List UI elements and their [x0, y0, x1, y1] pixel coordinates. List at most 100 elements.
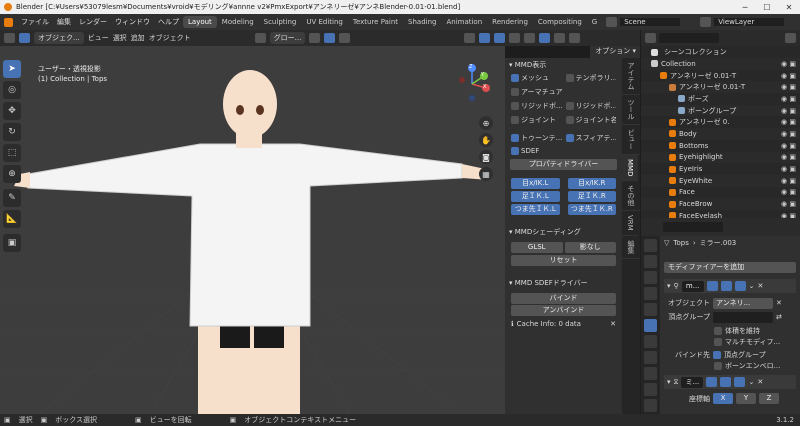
tab-misc[interactable]: その他: [622, 181, 640, 212]
gizmo-toggle-icon[interactable]: [479, 33, 491, 43]
visibility-toggles[interactable]: ◉ ▣: [781, 60, 800, 68]
outliner-row[interactable]: Face ◉ ▣: [641, 187, 800, 199]
unbind-button[interactable]: アンバインド: [511, 305, 616, 316]
modifier-menu-icon[interactable]: ⌄: [749, 282, 755, 290]
visibility-toggles[interactable]: ◉ ▣: [781, 130, 800, 138]
options-dropdown[interactable]: オプション ▾: [590, 46, 640, 58]
tab-modeling[interactable]: Modeling: [217, 16, 259, 28]
cursor-tool-icon[interactable]: ◎: [3, 81, 21, 99]
select-tool-icon[interactable]: ➤: [3, 60, 21, 78]
tab-item[interactable]: アイテム: [622, 58, 640, 95]
visibility-toggles[interactable]: ◉ ▣: [781, 72, 800, 80]
outliner-row[interactable]: Bottoms ◉ ▣: [641, 140, 800, 152]
tab-animation[interactable]: Animation: [441, 16, 487, 28]
tab-shading[interactable]: Shading: [403, 16, 441, 28]
visibility-icon[interactable]: [464, 33, 476, 43]
vertex-group-field[interactable]: [713, 311, 773, 323]
object-tab-icon[interactable]: [644, 303, 657, 316]
maximize-button[interactable]: ☐: [756, 3, 778, 12]
menu-select[interactable]: 選択: [113, 33, 127, 43]
bind-vertex-group-checkbox[interactable]: [713, 350, 721, 359]
tab-uv-editing[interactable]: UV Editing: [301, 16, 348, 28]
tab-sculpting[interactable]: Sculpting: [259, 16, 302, 28]
navigation-gizmo[interactable]: Z X Y: [452, 62, 502, 112]
particles-tab-icon[interactable]: [644, 335, 657, 348]
menu-view[interactable]: ビュー: [88, 33, 109, 43]
toe-ik-l-button[interactable]: つま先ＩＫ.L: [511, 204, 560, 215]
move-tool-icon[interactable]: ✥: [3, 102, 21, 120]
filter-icon[interactable]: [785, 33, 796, 43]
model-shirt[interactable]: [27, 143, 463, 327]
sphere-texture-checkbox[interactable]: スフィアテ...: [565, 133, 616, 143]
scene-selector[interactable]: Scene: [620, 18, 681, 26]
reset-button[interactable]: リセット: [511, 255, 616, 266]
transform-orientation-dropdown[interactable]: グロー...: [269, 32, 306, 44]
tab-texture-paint[interactable]: Texture Paint: [348, 16, 403, 28]
outliner-row[interactable]: アンネリーゼ 0. ◉ ▣: [641, 116, 800, 128]
rendered-shading-icon[interactable]: [569, 33, 581, 43]
proportional-edit-icon[interactable]: [339, 33, 351, 43]
mmd-shading-header[interactable]: ▾ MMDシェーディング: [505, 225, 622, 238]
menu-render[interactable]: レンダー: [75, 17, 111, 27]
joint-checkbox[interactable]: ジョイント: [511, 115, 562, 125]
remove-modifier2-icon[interactable]: ✕: [757, 378, 763, 386]
bind-button[interactable]: バインド: [511, 293, 616, 304]
modifier-tab-icon[interactable]: [644, 319, 657, 332]
glsl-button[interactable]: GLSL: [511, 242, 563, 253]
editmode-toggle-icon[interactable]: [706, 281, 718, 291]
editor-type-icon[interactable]: [4, 33, 15, 43]
property-driver-button[interactable]: プロパティドライバー: [510, 159, 617, 170]
render2-toggle-icon[interactable]: [734, 377, 746, 387]
menu-edit[interactable]: 編集: [53, 17, 75, 27]
tool-tab-icon[interactable]: [644, 239, 657, 252]
outliner-type-icon[interactable]: [645, 33, 656, 43]
tab-tool[interactable]: ツール: [622, 95, 640, 125]
outliner-row[interactable]: アンネリーゼ 0.01-T ◉ ▣: [641, 81, 800, 94]
outliner-row[interactable]: Collection ◉ ▣: [641, 58, 800, 70]
viewport-toggle-icon[interactable]: [720, 281, 732, 291]
rigidbody-checkbox[interactable]: リジッドボ...: [511, 101, 562, 111]
bone-envelope-checkbox[interactable]: ボーンエンベロ...: [660, 360, 800, 371]
outliner-row[interactable]: ポーズ ◉ ▣: [641, 93, 800, 105]
joint-name-checkbox[interactable]: ジョイント名: [565, 115, 616, 125]
wireframe-shading-icon[interactable]: [524, 33, 536, 43]
blender-menu-icon[interactable]: [4, 17, 13, 27]
menu-window[interactable]: ウィンドウ: [111, 17, 154, 27]
render-tab-icon[interactable]: [644, 255, 657, 268]
tab-layout[interactable]: Layout: [183, 16, 217, 28]
axis-z-toggle[interactable]: Z: [759, 393, 779, 404]
physics-tab-icon[interactable]: [644, 351, 657, 364]
annotate-tool-icon[interactable]: ✎: [3, 189, 21, 207]
tab-edit[interactable]: 編集: [622, 236, 640, 260]
mmd-display-header[interactable]: ▾ MMD表示: [505, 58, 622, 71]
transform-orientation-icon[interactable]: [254, 33, 266, 43]
tab-view[interactable]: ビュー: [622, 125, 640, 155]
material-tab-icon[interactable]: [644, 399, 657, 412]
render-toggle-icon[interactable]: [734, 281, 746, 291]
xray-icon[interactable]: [509, 33, 521, 43]
scene-tab-icon[interactable]: [644, 287, 657, 300]
mesh-checkbox[interactable]: メッシュ: [511, 73, 562, 83]
tab-geometry[interactable]: G: [587, 16, 602, 28]
3d-viewport[interactable]: [0, 46, 505, 414]
modifier2-name-input[interactable]: ミ...: [681, 376, 704, 388]
visibility-toggles[interactable]: ◉ ▣: [781, 95, 800, 103]
measure-tool-icon[interactable]: 📐: [3, 210, 21, 228]
armature-checkbox[interactable]: アーマチュア: [511, 87, 563, 97]
outliner-row[interactable]: アンネリーゼ 0.01-T ◉ ▣: [641, 70, 800, 82]
camera-icon[interactable]: ◙: [479, 150, 493, 164]
tab-mmd[interactable]: MMD: [622, 155, 638, 182]
invert-icon[interactable]: ⇄: [776, 313, 782, 321]
menu-help[interactable]: ヘルプ: [154, 17, 183, 27]
model-head[interactable]: [223, 70, 277, 138]
solid-shading-icon[interactable]: [539, 33, 551, 43]
visibility-toggles[interactable]: ◉ ▣: [781, 118, 800, 126]
remove-modifier1-icon[interactable]: ✕: [758, 282, 764, 290]
eye-ik-l-button[interactable]: 目x/IK.L: [511, 178, 560, 189]
close-button[interactable]: ✕: [778, 3, 800, 12]
leg-ik-l-button[interactable]: 足ＩＫ.L: [511, 191, 560, 202]
snap-icon[interactable]: [324, 33, 336, 43]
pan-hand-icon[interactable]: ✋: [479, 133, 493, 147]
visibility-toggles[interactable]: ◉ ▣: [781, 83, 800, 91]
viewport2-toggle-icon[interactable]: [720, 377, 732, 387]
